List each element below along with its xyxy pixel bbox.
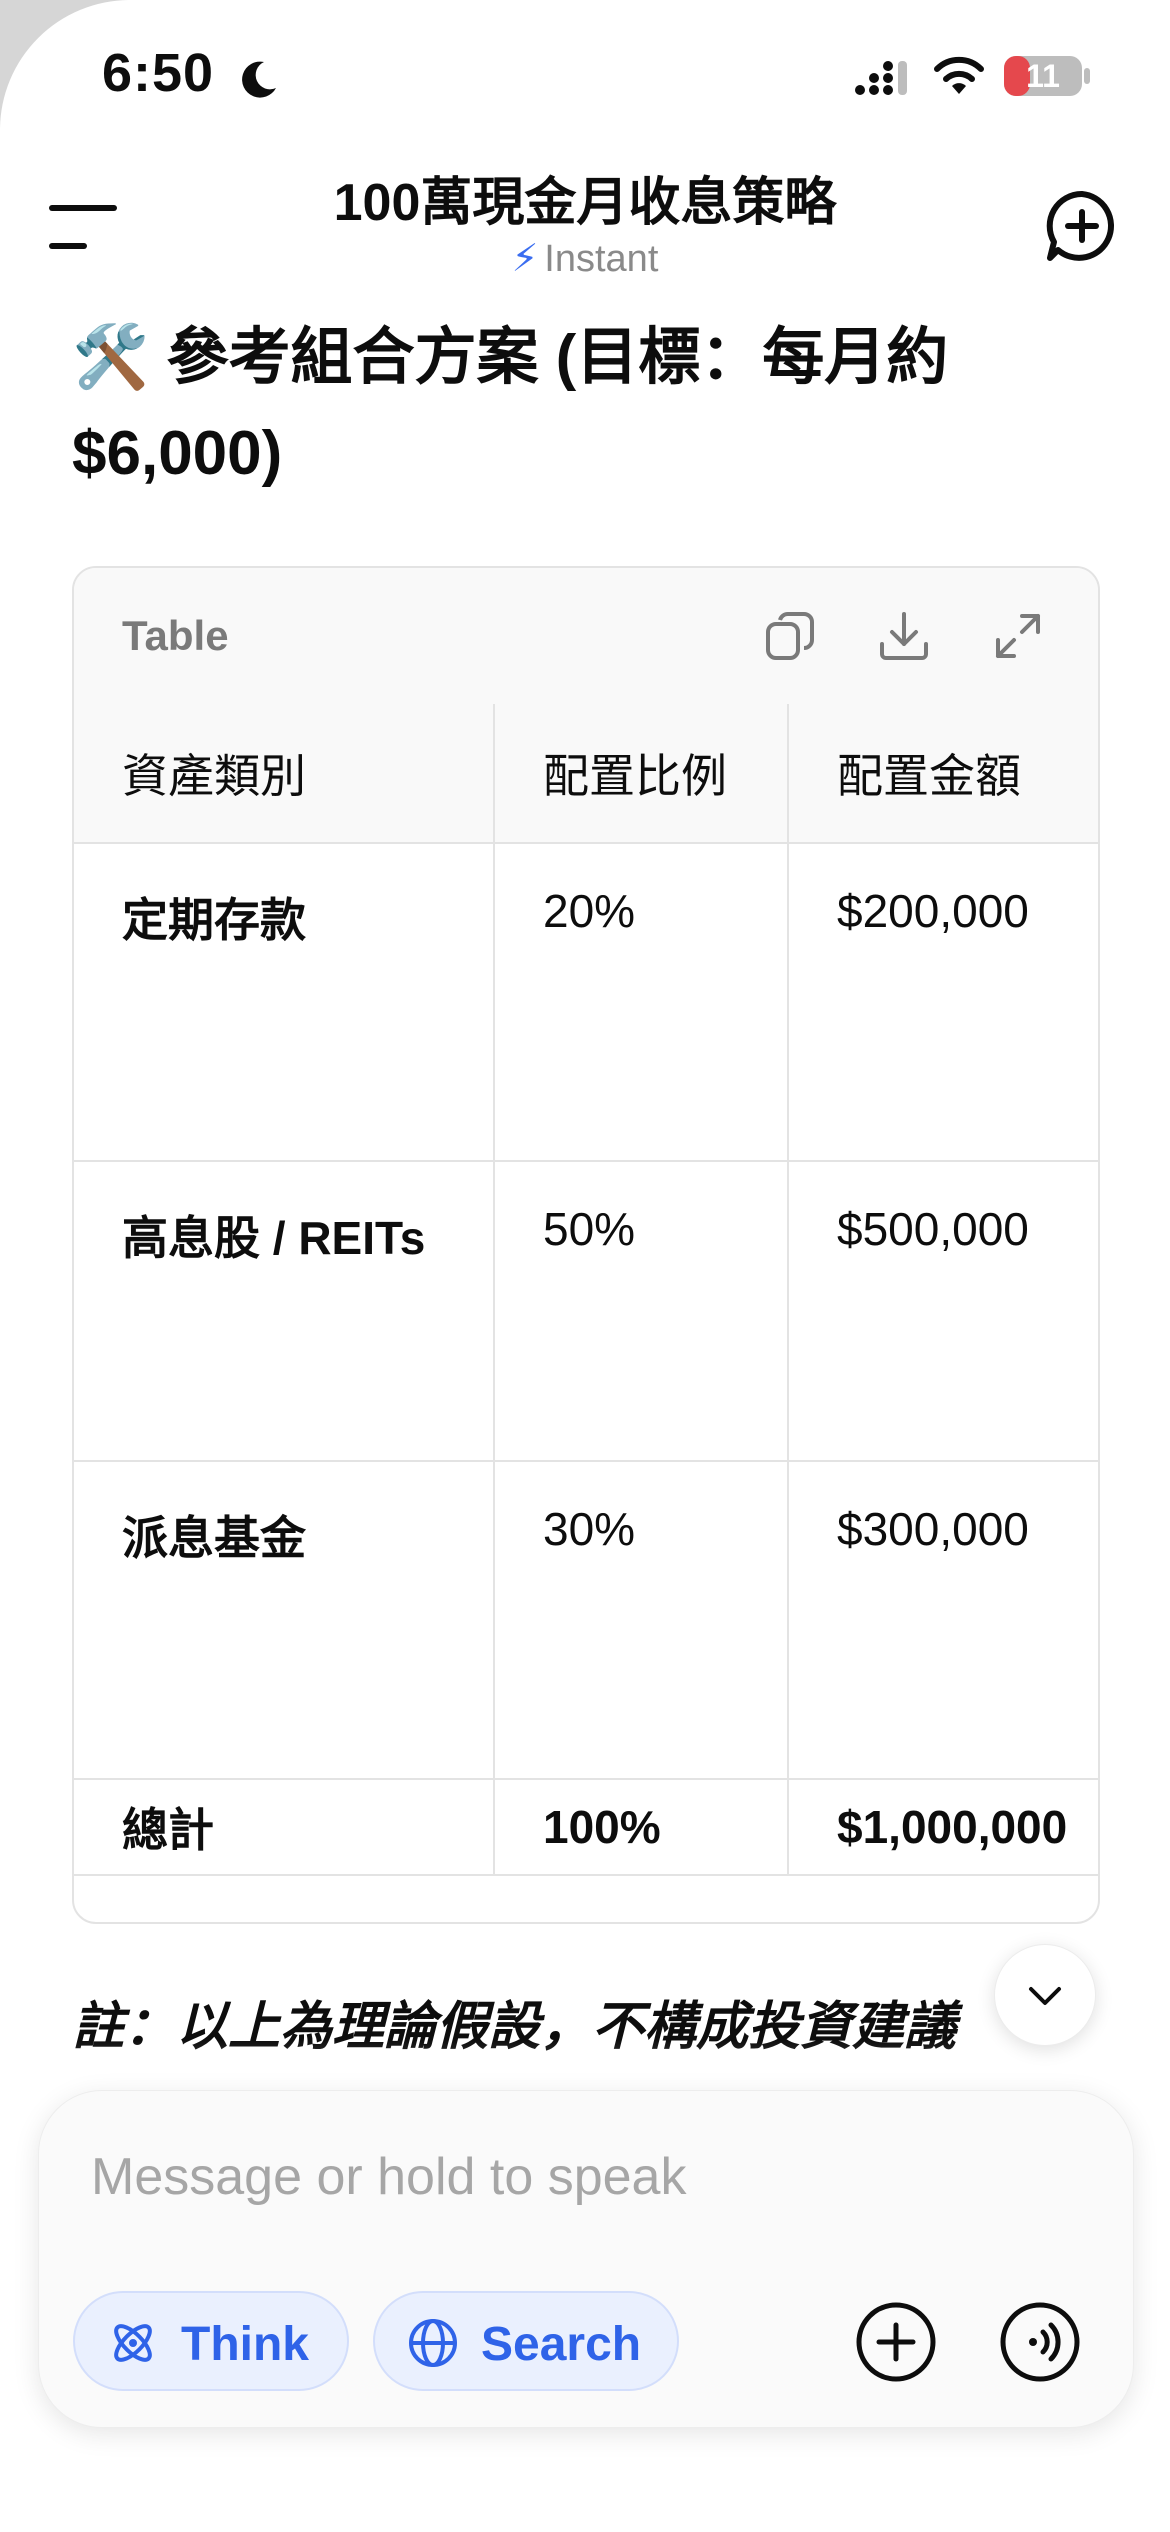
column-header: 配置金額 [788,704,1098,844]
table-header-row: 資產類別 配置比例 配置金額 [74,704,1098,844]
model-label: Instant [544,238,659,280]
table-cell: 20% [494,843,789,1162]
tools-emoji-icon: 🛠️ [72,323,150,392]
voice-mode-icon[interactable] [999,2301,1081,2383]
chat-screen: 6:50 11 100萬現金月收息策略 ⚡ Instant 🛠️ 參考組合方案 … [0,0,1170,2532]
globe-icon [409,2319,457,2367]
download-icon[interactable] [878,610,930,662]
model-selector[interactable]: ⚡ Instant [0,236,1170,281]
table-cell: 總計 [74,1779,495,1876]
table-row: 定期存款 20% $200,000 [74,843,1098,1162]
battery-level: 11 [1026,58,1060,94]
table-toolbar: Table [74,568,1098,706]
table-cell: $500,000 [788,1161,1098,1462]
section-heading: 🛠️ 參考組合方案 (目標：每月約 $6,000) [72,310,1072,502]
moon-icon [242,61,276,98]
heading-text: 參考組合方案 (目標：每月約 $6,000) [72,323,949,488]
table-label: Table [122,612,229,659]
table-row: 高息股 / REITs 50% $500,000 [74,1161,1098,1462]
chat-title[interactable]: 100萬現金月收息策略 [0,160,1170,235]
column-header: 資產類別 [74,704,495,844]
column-header: 配置比例 [494,704,789,844]
table-cell: 高息股 / REITs [74,1161,495,1462]
table-cell: 100% [494,1779,789,1876]
table-total-row: 總計 100% $1,000,000 [74,1779,1098,1876]
table-cell: 50% [494,1161,789,1462]
message-composer: Think Search [38,2090,1134,2428]
table-row: 派息基金 30% $300,000 [74,1461,1098,1780]
wifi-icon [934,56,984,94]
data-table: 資產類別 配置比例 配置金額 定期存款 20% $200,000 高息股 / R… [74,704,1098,1876]
status-time: 6:50 [102,43,215,103]
lightning-bolt-icon: ⚡ [511,238,539,280]
search-button[interactable]: Search [373,2291,679,2391]
table-cell: $1,000,000 [788,1779,1098,1876]
think-button[interactable]: Think [73,2291,349,2391]
table-card: Table 資產類別 配置比例 配置金額 定期存款 20% $200,000 高… [72,566,1100,1924]
status-bar: 6:50 11 [0,0,1170,150]
chevron-down-icon [1029,1987,1061,2005]
expand-icon[interactable] [992,610,1044,662]
chat-header: 100萬現金月收息策略 ⚡ Instant [0,150,1170,300]
new-chat-icon[interactable] [1044,188,1120,264]
think-label: Think [181,2318,309,2371]
atom-icon [114,2324,152,2362]
search-label: Search [481,2318,642,2371]
table-cell: 定期存款 [74,843,495,1162]
add-attachment-icon[interactable] [855,2301,937,2383]
cellular-signal-icon [855,61,907,95]
table-cell: $200,000 [788,843,1098,1162]
table-cell: $300,000 [788,1461,1098,1780]
copy-icon[interactable] [764,610,816,662]
table-cell: 派息基金 [74,1461,495,1780]
scroll-to-bottom-button[interactable] [994,1944,1096,2046]
message-input[interactable] [89,2141,993,2213]
table-cell: 30% [494,1461,789,1780]
